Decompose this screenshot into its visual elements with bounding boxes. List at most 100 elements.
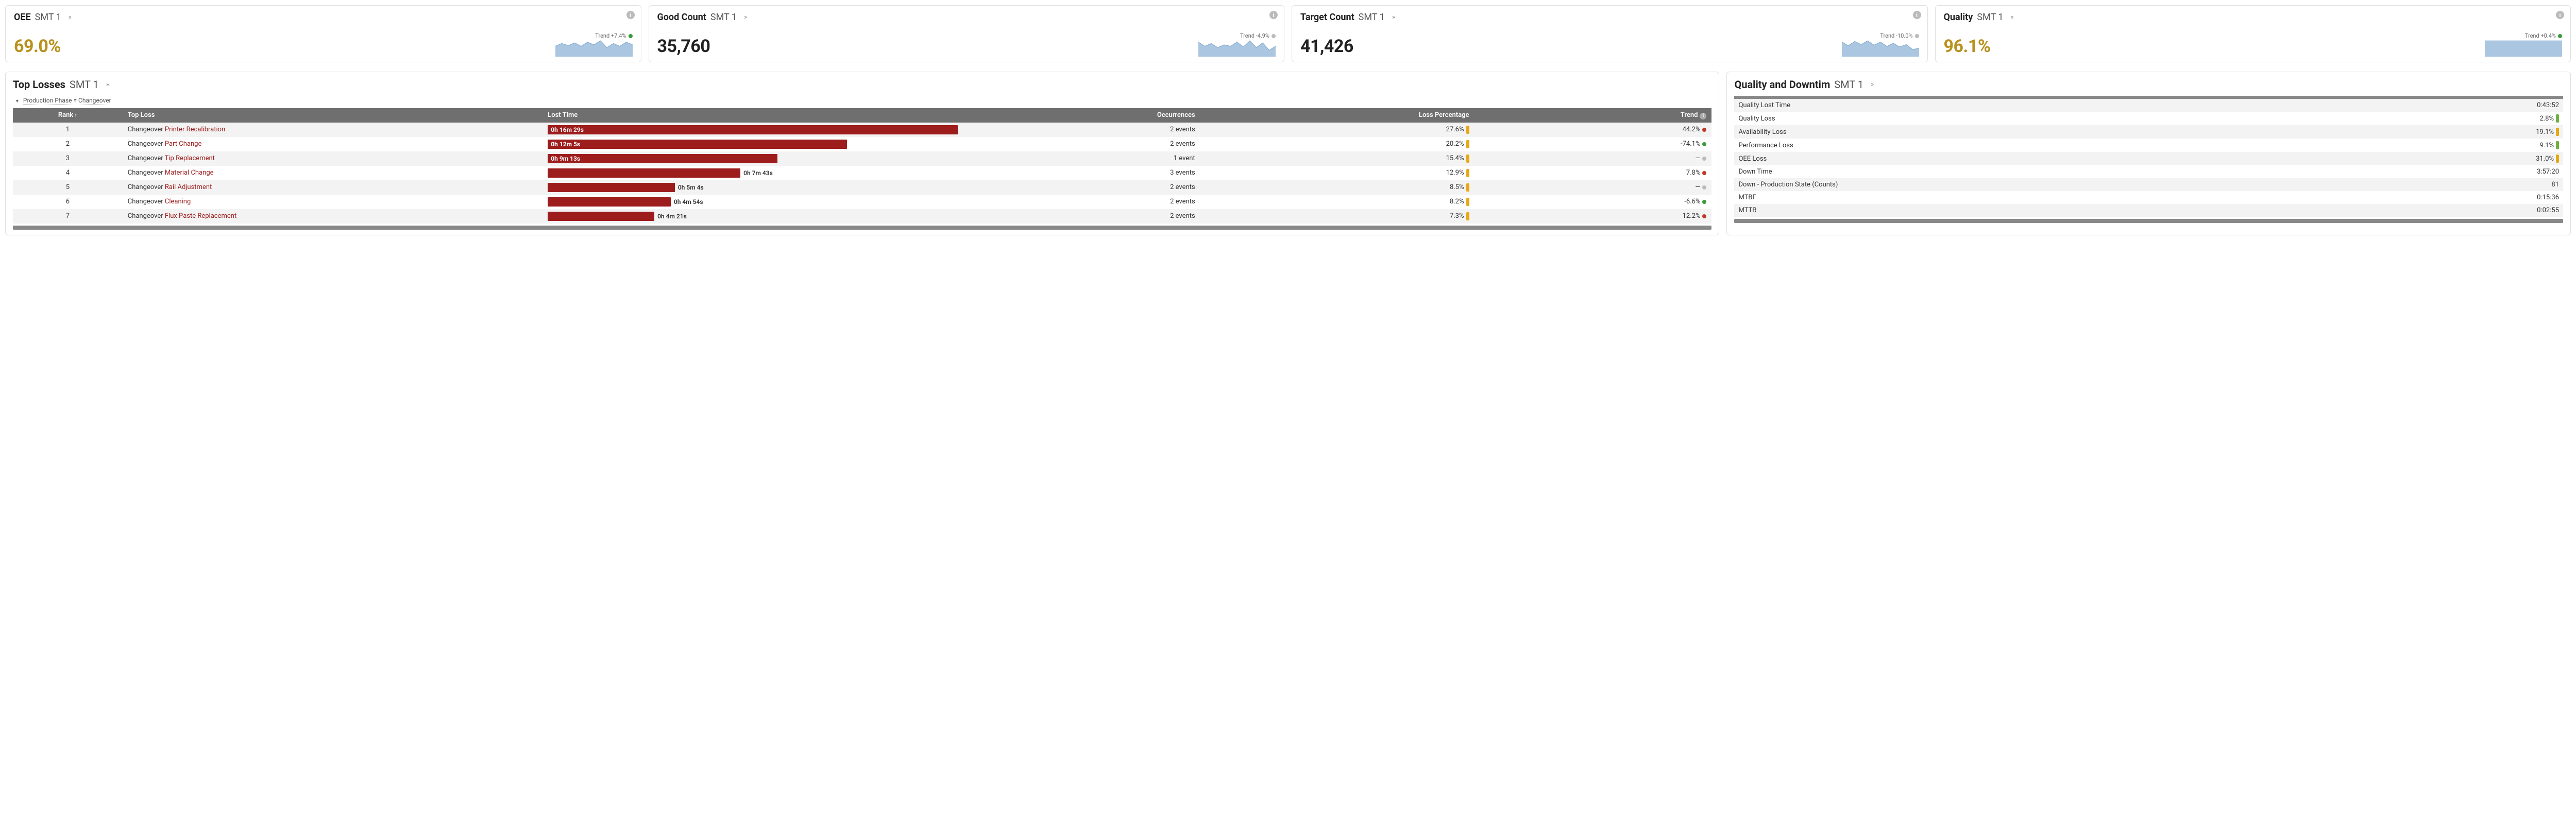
- value-pill-icon: [2556, 155, 2559, 163]
- cell-occurrences: 3 events: [963, 166, 1200, 180]
- quality-row[interactable]: MTBF 0:15:36: [1734, 191, 2563, 204]
- quality-row[interactable]: Performance Loss 9.1%: [1734, 139, 2563, 152]
- quality-row[interactable]: MTTR 0:02:55: [1734, 204, 2563, 217]
- quality-value: 0:15:36: [2537, 194, 2559, 201]
- cell-loss-percentage: 8.5%: [1200, 180, 1475, 195]
- trend-value: 12.2%: [1683, 212, 1701, 220]
- cell-trend: —: [1475, 151, 1712, 166]
- cell-lost-time: 0h 4m 21s: [543, 209, 963, 224]
- quality-row[interactable]: Down Time 3:57:20: [1734, 165, 2563, 178]
- cell-rank: 5: [13, 180, 123, 195]
- kpi-value: 41,426: [1300, 36, 1353, 57]
- info-icon[interactable]: i: [2556, 11, 2564, 19]
- expand-icon[interactable]: »: [744, 13, 746, 21]
- quality-label: OEE Loss: [1738, 155, 1767, 163]
- table-row[interactable]: 7 Changeover Flux Paste Replacement 0h 4…: [13, 209, 1711, 224]
- kpi-subtitle: SMT 1: [710, 12, 737, 23]
- kpi-card-quality[interactable]: Quality SMT 1 » i 96.1% Trend +0.4%: [1935, 5, 2571, 62]
- horizontal-scrollbar[interactable]: [13, 226, 1711, 230]
- cell-loss-percentage: 20.2%: [1200, 137, 1475, 151]
- cell-toploss: Changeover Printer Recalibration: [123, 123, 543, 137]
- cell-loss-percentage: 7.3%: [1200, 209, 1475, 224]
- quality-row[interactable]: Down - Production State (Counts) 81: [1734, 178, 2563, 191]
- filter-caret-icon: ▼: [15, 99, 20, 104]
- trend-value: —: [1695, 183, 1700, 191]
- quality-label: MTTR: [1738, 207, 1756, 214]
- kpi-subtitle: SMT 1: [35, 12, 61, 23]
- value-pill-icon: [2556, 141, 2559, 149]
- loss-name: Printer Recalibration: [165, 126, 225, 133]
- col-loss-percentage[interactable]: Loss Percentage: [1200, 108, 1475, 123]
- col-occurrences[interactable]: Occurrences: [963, 108, 1200, 123]
- quality-label: Down Time: [1738, 168, 1772, 176]
- quality-label: Quality Loss: [1738, 115, 1775, 123]
- kpi-card-oee[interactable]: OEE SMT 1 » i 69.0% Trend +7.4%: [5, 5, 641, 62]
- col-toploss[interactable]: Top Loss: [123, 108, 543, 123]
- table-row[interactable]: 3 Changeover Tip Replacement 0h 9m 13s 1…: [13, 151, 1711, 166]
- cell-toploss: Changeover Flux Paste Replacement: [123, 209, 543, 224]
- quality-value: 31.0%: [2536, 155, 2559, 163]
- quality-row[interactable]: Quality Lost Time 0:43:52: [1734, 99, 2563, 112]
- quality-row[interactable]: OEE Loss 31.0%: [1734, 152, 2563, 165]
- pct-value: 27.6%: [1446, 126, 1464, 133]
- trend-label: Trend +0.4%: [2525, 32, 2556, 39]
- expand-icon[interactable]: »: [1871, 81, 1873, 89]
- cell-trend: 12.2%: [1475, 209, 1712, 224]
- expand-icon[interactable]: »: [2010, 13, 2012, 21]
- cell-trend: 7.8%: [1475, 166, 1712, 180]
- pct-pill-icon: [1466, 126, 1469, 134]
- trend-dot-icon: [1272, 34, 1276, 38]
- horizontal-scrollbar[interactable]: [1734, 219, 2563, 223]
- info-icon[interactable]: i: [1269, 11, 1278, 19]
- loss-category: Changeover: [128, 140, 163, 148]
- pct-value: 15.4%: [1446, 155, 1464, 162]
- trend-dot-icon: [1915, 34, 1919, 38]
- trend-value: —: [1695, 155, 1700, 162]
- filter-pill[interactable]: ▼ Production Phase = Changeover: [15, 97, 1711, 104]
- bar-value: 0h 9m 13s: [548, 155, 580, 162]
- col-trend[interactable]: Trendi: [1475, 108, 1712, 123]
- loss-category: Changeover: [128, 126, 163, 133]
- top-losses-title: Top Losses: [13, 78, 65, 91]
- cell-trend: -74.1%: [1475, 137, 1712, 151]
- quality-row[interactable]: Availability Loss 19.1%: [1734, 125, 2563, 139]
- kpi-trend: Trend +7.4%: [595, 32, 632, 39]
- expand-icon[interactable]: »: [69, 13, 71, 21]
- top-losses-table: Rank↑ Top Loss Lost Time Occurrences Los…: [13, 108, 1711, 224]
- loss-category: Changeover: [128, 169, 163, 177]
- loss-name: Flux Paste Replacement: [165, 212, 236, 220]
- bar-value: 0h 4m 21s: [657, 213, 687, 220]
- loss-name: Part Change: [165, 140, 201, 148]
- quality-row[interactable]: Quality Loss 2.8%: [1734, 112, 2563, 125]
- table-row[interactable]: 4 Changeover Material Change 0h 7m 43s 3…: [13, 166, 1711, 180]
- trend-dot-icon: [1702, 214, 1706, 218]
- trend-dot-icon: [2558, 34, 2562, 38]
- table-row[interactable]: 2 Changeover Part Change 0h 12m 5s 2 eve…: [13, 137, 1711, 151]
- table-row[interactable]: 5 Changeover Rail Adjustment 0h 5m 4s 2 …: [13, 180, 1711, 195]
- table-row[interactable]: 1 Changeover Printer Recalibration 0h 16…: [13, 123, 1711, 137]
- top-losses-tbody: 1 Changeover Printer Recalibration 0h 16…: [13, 123, 1711, 224]
- info-icon[interactable]: i: [626, 11, 635, 19]
- expand-icon[interactable]: »: [106, 81, 108, 89]
- expand-icon[interactable]: »: [1392, 13, 1394, 21]
- cell-occurrences: 2 events: [963, 123, 1200, 137]
- pct-pill-icon: [1466, 155, 1469, 163]
- loss-name: Tip Replacement: [165, 155, 215, 162]
- cell-rank: 4: [13, 166, 123, 180]
- cell-rank: 2: [13, 137, 123, 151]
- cell-rank: 1: [13, 123, 123, 137]
- kpi-card-target count[interactable]: Target Count SMT 1 » i 41,426 Trend -10.…: [1292, 5, 1928, 62]
- info-icon[interactable]: i: [1700, 113, 1706, 119]
- quality-label: Quality Lost Time: [1738, 101, 1790, 109]
- value-pill-icon: [2556, 114, 2559, 123]
- info-icon[interactable]: i: [1913, 11, 1921, 19]
- quality-subtitle: SMT 1: [1834, 78, 1863, 91]
- table-row[interactable]: 6 Changeover Cleaning 0h 4m 54s 2 events…: [13, 195, 1711, 209]
- kpi-card-good count[interactable]: Good Count SMT 1 » i 35,760 Trend -4.9%: [649, 5, 1285, 62]
- loss-category: Changeover: [128, 212, 163, 220]
- col-rank[interactable]: Rank↑: [13, 108, 123, 123]
- quality-value: 2.8%: [2539, 114, 2559, 123]
- col-lost[interactable]: Lost Time: [543, 108, 963, 123]
- cell-rank: 6: [13, 195, 123, 209]
- sparkline: [2485, 40, 2562, 57]
